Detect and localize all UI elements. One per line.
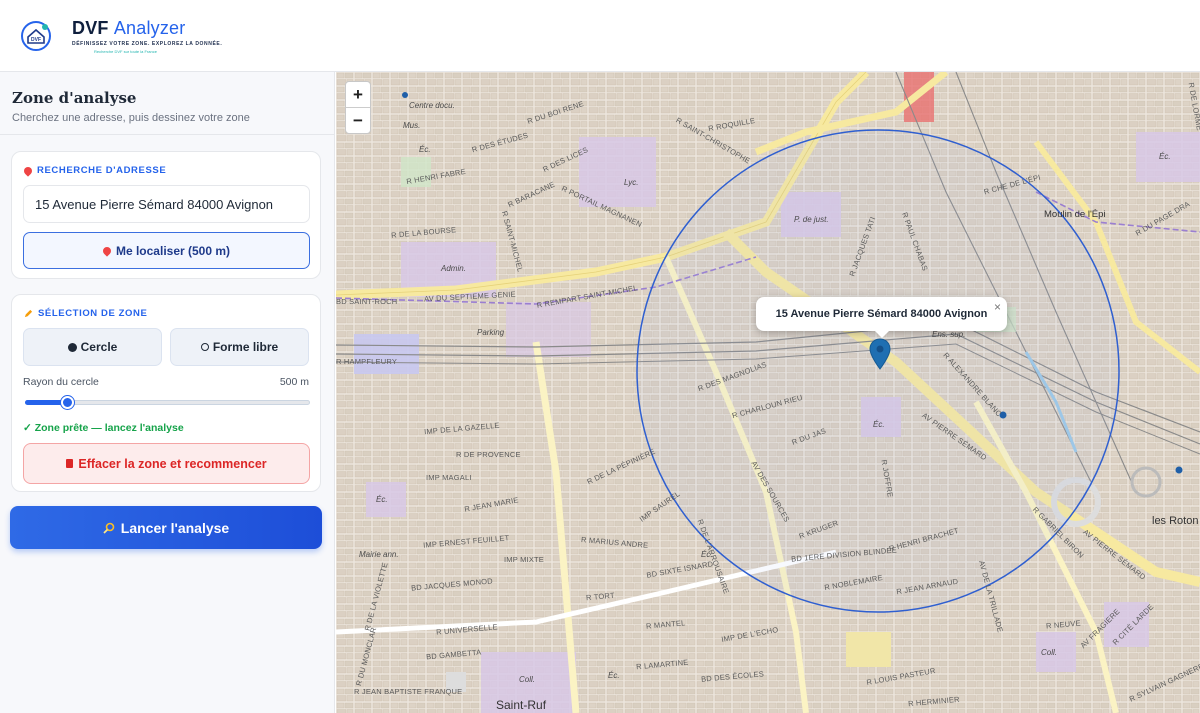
map-pin-icon — [22, 164, 34, 177]
close-icon[interactable]: × — [994, 300, 1001, 314]
sidebar: Zone d'analyse Cherchez une adresse, pui… — [0, 72, 335, 713]
place-label: Admin. — [441, 264, 466, 273]
zoom-out-button[interactable]: − — [346, 108, 370, 134]
zoom-control: + − — [345, 81, 371, 134]
place-label: Centre docu. — [409, 101, 455, 110]
map-pin-icon — [101, 244, 113, 257]
place-label: Mairie ann. — [359, 550, 399, 559]
zone-selection-card: SÉLECTION DE ZONE Cercle Forme libre Ray… — [11, 294, 321, 492]
street-label: IMP MAGALI — [426, 473, 472, 482]
circle-mode-button[interactable]: Cercle — [23, 328, 162, 366]
address-section-label: RECHERCHE D'ADRESSE — [22, 164, 166, 177]
street-label: BD SAINT-ROCH — [336, 297, 398, 306]
zoom-in-button[interactable]: + — [346, 82, 370, 108]
filled-circle-icon — [67, 342, 77, 352]
zone-section-label: SÉLECTION DE ZONE — [24, 308, 147, 319]
app-header: DVF DVF Analyzer DÉFINISSEZ VOTRE ZONE. … — [0, 0, 1200, 72]
popup-tip — [874, 330, 890, 338]
radius-slider-thumb[interactable] — [61, 396, 75, 409]
place-label: Éc. — [376, 495, 388, 504]
street-label: R JEAN BAPTISTE FRANQUE — [354, 687, 463, 696]
place-label: Ens. sup. — [932, 330, 966, 339]
sidebar-divider — [0, 134, 335, 135]
place-label: Éc. — [1159, 152, 1171, 161]
svg-text:DVF: DVF — [31, 37, 41, 43]
locate-me-button[interactable]: Me localiser (500 m) — [23, 232, 310, 269]
zone-ready-status: ✓ Zone prête — lancez l'analyse — [23, 422, 184, 434]
place-label: les Roton — [1152, 515, 1199, 527]
street-label: R DE PROVENCE — [456, 450, 521, 459]
clear-zone-button[interactable]: Effacer la zone et recommencer — [23, 443, 310, 484]
place-label: Lyc. — [624, 178, 639, 187]
search-icon — [103, 522, 115, 534]
address-search-card: RECHERCHE D'ADRESSE Me localiser (500 m) — [11, 151, 321, 279]
street-label: R HAMPFLEURY — [336, 357, 398, 366]
place-label: Éc. — [608, 671, 620, 680]
sidebar-subtitle: Cherchez une adresse, puis dessinez votr… — [12, 112, 250, 124]
place-label: Coll. — [519, 675, 536, 684]
map-tiles — [336, 72, 1200, 713]
pencil-icon — [24, 309, 33, 318]
trash-icon — [66, 459, 74, 468]
freeform-mode-button[interactable]: Forme libre — [170, 328, 309, 366]
house-chart-icon[interactable]: DVF — [20, 20, 52, 52]
place-label: Parking — [477, 328, 505, 337]
place-label: Saint-Ruf — [496, 698, 547, 712]
brand-tagline-secondary: Recherche DVF sur toute la France — [94, 48, 157, 54]
location-marker-icon[interactable] — [869, 338, 891, 370]
place-label: Moulin de l'Épi — [1044, 209, 1106, 220]
radius-value: 500 m — [279, 376, 309, 388]
place-label: Coll. — [1041, 648, 1058, 657]
place-label: Éc. — [419, 145, 431, 154]
sidebar-title: Zone d'analyse — [12, 89, 137, 107]
place-label: Éc. — [873, 420, 885, 429]
address-popup: 15 Avenue Pierre Sémard 84000 Avignon × — [756, 297, 1007, 331]
map-view[interactable]: Centre docu. Mus. Éc. Lyc. P. de just. A… — [336, 72, 1200, 713]
popup-address: 15 Avenue Pierre Sémard 84000 Avignon — [775, 308, 988, 320]
brand-block: DVF Analyzer DÉFINISSEZ VOTRE ZONE. EXPL… — [72, 18, 222, 54]
brand-title: DVF Analyzer — [72, 17, 186, 38]
hollow-circle-icon — [200, 343, 209, 351]
run-analysis-button[interactable]: Lancer l'analyse — [10, 506, 322, 549]
street-label: IMP MIXTE — [504, 555, 544, 564]
brand-tagline: DÉFINISSEZ VOTRE ZONE. EXPLOREZ LA DONNÉ… — [72, 40, 223, 47]
address-input[interactable] — [23, 185, 310, 223]
place-label: Mus. — [403, 121, 421, 130]
radius-label: Rayon du cercle — [23, 376, 99, 388]
place-label: P. de just. — [794, 215, 829, 224]
